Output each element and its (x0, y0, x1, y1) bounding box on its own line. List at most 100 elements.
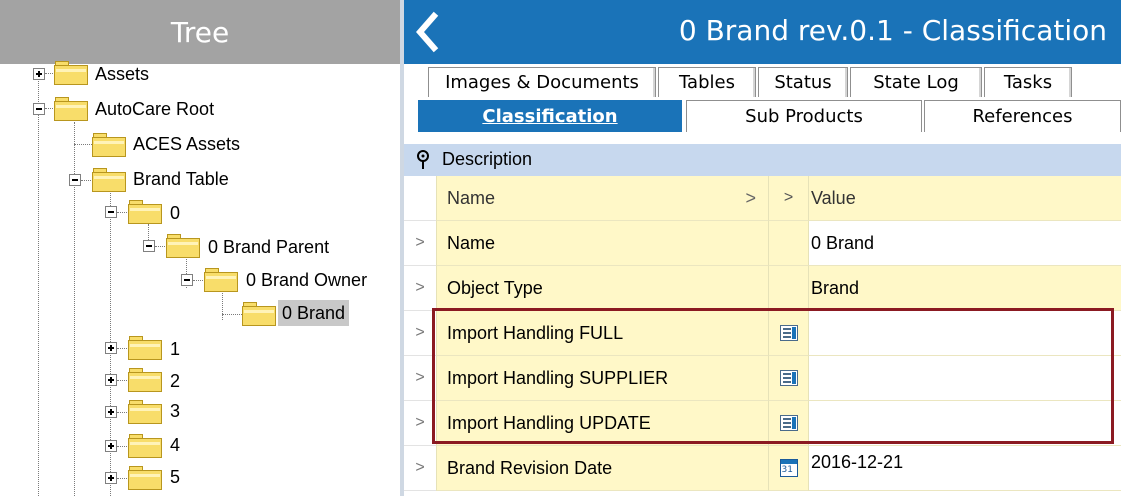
tab-sub-products[interactable]: Sub Products (686, 100, 922, 132)
property-name: Object Type (436, 266, 768, 311)
collapse-toggle-brand-table[interactable] (69, 174, 81, 186)
tree-connector (117, 380, 127, 381)
property-value[interactable] (808, 401, 1121, 446)
folder-icon (92, 168, 126, 192)
property-value[interactable]: 0 Brand (808, 221, 1121, 266)
property-row-import-handling-full[interactable]: > Import Handling FULL (404, 311, 1121, 356)
tab-status[interactable]: Status (758, 67, 848, 97)
tab-tasks[interactable]: Tasks (984, 67, 1072, 97)
property-icon-cell[interactable]: 31 (768, 446, 808, 491)
tab-classification[interactable]: Classification (418, 100, 682, 132)
property-icon-cell (768, 221, 808, 266)
collapse-toggle-0[interactable] (105, 206, 117, 218)
folder-icon (128, 336, 162, 360)
property-row-import-handling-update[interactable]: > Import Handling UPDATE (404, 401, 1121, 446)
calendar-icon[interactable]: 31 (779, 459, 798, 477)
folder-icon (242, 302, 276, 326)
expand-toggle-2[interactable] (105, 374, 117, 386)
tree-panel: Tree Assets AutoCare Root ACES Assets Br… (0, 0, 400, 496)
tree-node-0[interactable]: 0 (170, 200, 180, 226)
tree-node-assets[interactable]: Assets (95, 61, 149, 87)
tree-node-aces-assets[interactable]: ACES Assets (133, 131, 240, 157)
property-value[interactable] (808, 356, 1121, 401)
tree-node-1[interactable]: 1 (170, 336, 180, 362)
row-expand-arrow[interactable]: > (404, 446, 436, 491)
tree-node-5[interactable]: 5 (170, 464, 180, 490)
tab-references[interactable]: References (924, 100, 1121, 132)
property-value[interactable]: 2016-12-21 (808, 446, 1121, 491)
list-icon[interactable] (779, 370, 798, 386)
tree-header: Tree (0, 0, 400, 64)
chevron-left-icon (416, 11, 439, 53)
section-label: Description (442, 149, 533, 169)
collapse-toggle-autocare-root[interactable] (33, 103, 45, 115)
pin-icon[interactable] (416, 150, 430, 170)
folder-icon (166, 234, 200, 258)
tree-connector (222, 288, 223, 320)
tree-node-brand-table[interactable]: Brand Table (133, 166, 229, 192)
tree-node-autocare-root[interactable]: AutoCare Root (95, 96, 214, 122)
property-row-import-handling-supplier[interactable]: > Import Handling SUPPLIER (404, 356, 1121, 401)
tree-connector (74, 144, 92, 145)
folder-icon (128, 200, 162, 224)
expand-toggle-5[interactable] (105, 472, 117, 484)
property-value[interactable]: Brand (808, 266, 1121, 311)
property-icon-cell[interactable] (768, 311, 808, 356)
collapse-toggle-0-brand-parent[interactable] (143, 240, 155, 252)
expand-toggle-1[interactable] (105, 342, 117, 354)
expand-toggle-4[interactable] (105, 440, 117, 452)
tab-images-documents[interactable]: Images & Documents (428, 67, 656, 97)
property-name: Import Handling UPDATE (436, 401, 768, 446)
tree-connector (117, 446, 127, 447)
property-name: Import Handling SUPPLIER (436, 356, 768, 401)
property-icon-cell[interactable] (768, 401, 808, 446)
tree-connector (155, 246, 165, 247)
tab-tables[interactable]: Tables (658, 67, 756, 97)
expand-toggle-3[interactable] (105, 406, 117, 418)
tree-connector (222, 314, 242, 315)
row-expand-arrow[interactable]: > (404, 356, 436, 401)
row-expand-arrow[interactable]: > (404, 266, 436, 311)
tree-connector (117, 348, 127, 349)
folder-icon (54, 61, 88, 85)
folder-icon (92, 133, 126, 157)
property-name: Name (436, 221, 768, 266)
tree-node-2[interactable]: 2 (170, 368, 180, 394)
tree-node-0-brand-parent[interactable]: 0 Brand Parent (208, 234, 329, 260)
folder-icon (128, 466, 162, 490)
tree-node-0-brand-owner[interactable]: 0 Brand Owner (246, 267, 367, 293)
collapse-toggle-0-brand-owner[interactable] (181, 274, 193, 286)
row-expand-arrow[interactable]: > (404, 401, 436, 446)
column-header-value[interactable]: Value (808, 176, 1121, 221)
row-expand-arrow[interactable]: > (404, 311, 436, 356)
list-icon[interactable] (779, 415, 798, 431)
property-grid: Description Name > > Value > Name 0 Bran… (404, 144, 1121, 496)
tree-connector (45, 108, 53, 109)
row-expand-arrow[interactable]: > (404, 221, 436, 266)
property-value[interactable] (808, 311, 1121, 356)
tree-node-0-brand[interactable]: 0 Brand (278, 300, 350, 326)
list-icon[interactable] (779, 325, 798, 341)
tree-connector (117, 412, 127, 413)
tree-connector (38, 78, 39, 496)
section-description[interactable]: Description (404, 144, 1121, 176)
column-header-name[interactable]: Name > (436, 176, 768, 221)
folder-icon (128, 368, 162, 392)
property-name: Brand Revision Date (436, 446, 768, 491)
tree-node-3[interactable]: 3 (170, 398, 180, 424)
column-header-icon[interactable]: > (768, 176, 808, 221)
tab-state-log[interactable]: State Log (850, 67, 982, 97)
back-button[interactable] (412, 10, 442, 54)
tree-connector (81, 180, 91, 181)
folder-icon (128, 400, 162, 424)
property-icon-cell[interactable] (768, 356, 808, 401)
property-row-object-type[interactable]: > Object Type Brand (404, 266, 1121, 311)
folder-icon (128, 434, 162, 458)
detail-header: 0 Brand rev.0.1 - Classification (404, 0, 1121, 64)
tree-node-4[interactable]: 4 (170, 432, 180, 458)
property-name: Import Handling FULL (436, 311, 768, 356)
property-row-name[interactable]: > Name 0 Brand (404, 221, 1121, 266)
tab-classification-label: Classification (482, 105, 618, 127)
expand-toggle-assets[interactable] (33, 68, 45, 80)
property-row-brand-revision-date[interactable]: > Brand Revision Date 31 2016-12-21 (404, 446, 1121, 491)
